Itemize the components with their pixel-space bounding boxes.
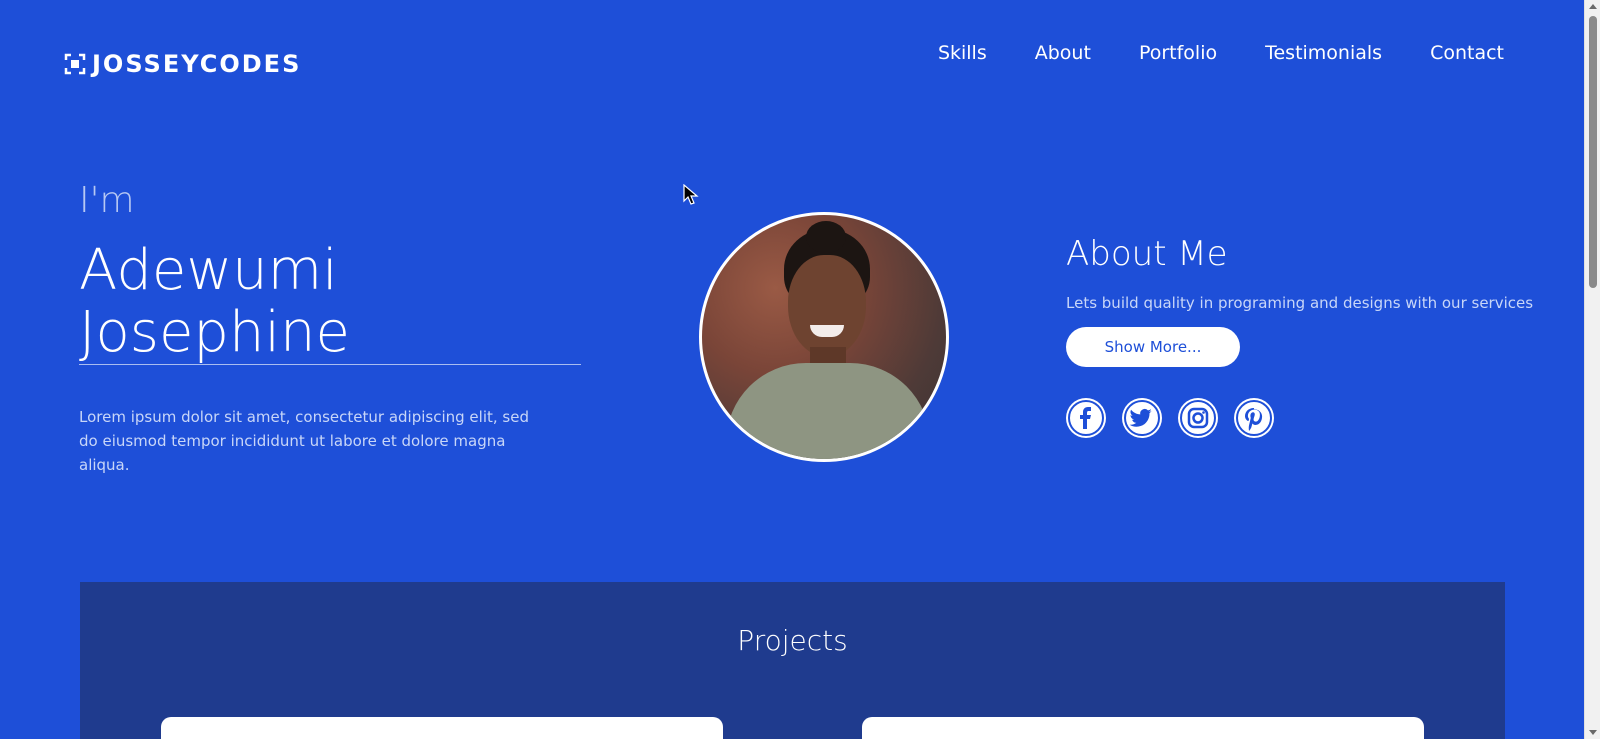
instagram-icon[interactable] (1178, 398, 1218, 438)
main-nav: Skills About Portfolio Testimonials Cont… (938, 42, 1504, 64)
project-card[interactable] (161, 717, 723, 739)
nav-item-testimonials[interactable]: Testimonials (1265, 42, 1382, 64)
hero-intro: I'm (79, 180, 135, 221)
about-text: Lets build quality in programing and des… (1066, 294, 1534, 312)
project-card[interactable] (862, 717, 1424, 739)
about-title: About Me (1066, 234, 1228, 274)
pinterest-icon[interactable] (1234, 398, 1274, 438)
mouse-cursor-icon (683, 184, 699, 205)
hero-name: Adewumi Josephine (79, 240, 581, 365)
social-links (1066, 398, 1274, 438)
brand-name: JOSSEYCODES (92, 50, 302, 78)
page: JOSSEYCODES Skills About Portfolio Testi… (0, 0, 1584, 739)
facebook-icon[interactable] (1066, 398, 1106, 438)
scroll-up-icon[interactable] (1589, 4, 1597, 9)
logo-bracket-icon (64, 53, 86, 75)
nav-item-portfolio[interactable]: Portfolio (1139, 42, 1217, 64)
page-scrollbar[interactable] (1584, 0, 1600, 739)
twitter-icon[interactable] (1122, 398, 1162, 438)
nav-item-about[interactable]: About (1035, 42, 1091, 64)
scroll-thumb[interactable] (1589, 16, 1597, 288)
projects-title: Projects (737, 624, 848, 657)
hero-description: Lorem ipsum dolor sit amet, consectetur … (79, 408, 529, 474)
show-more-button[interactable]: Show More... (1066, 327, 1240, 367)
scroll-down-icon[interactable] (1589, 730, 1597, 735)
profile-photo (699, 212, 949, 462)
nav-item-skills[interactable]: Skills (938, 42, 987, 64)
projects-section: Projects (80, 582, 1505, 739)
brand-logo[interactable]: JOSSEYCODES (64, 50, 301, 78)
nav-item-contact[interactable]: Contact (1430, 42, 1504, 64)
